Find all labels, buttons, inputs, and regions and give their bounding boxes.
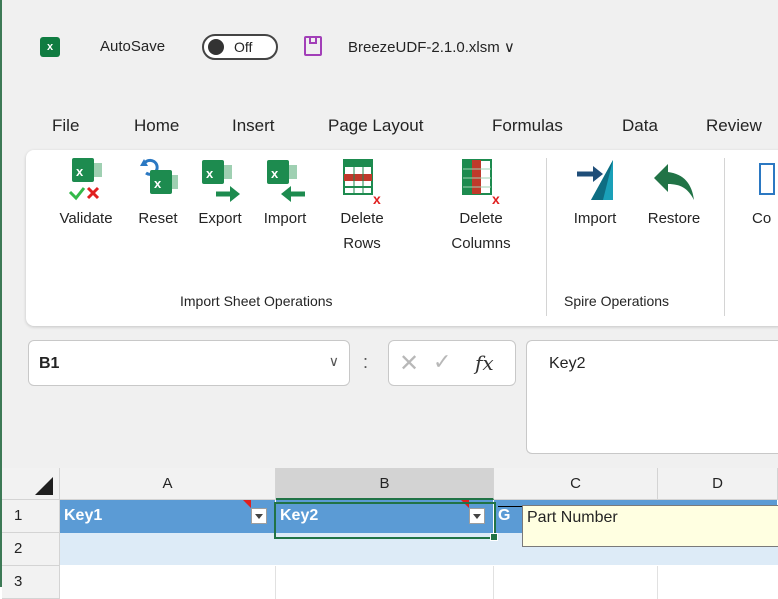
formula-bar-dots-icon[interactable]: : — [363, 352, 368, 373]
autosave-label: AutoSave — [100, 38, 166, 55]
group-separator — [724, 158, 725, 316]
column-header-c[interactable]: C — [494, 468, 658, 500]
import-sheet-icon: x — [263, 156, 307, 206]
enter-icon[interactable]: ✓ — [433, 349, 451, 375]
insert-function-icon[interactable]: fx — [475, 351, 494, 375]
chevron-down-icon[interactable]: ∨ — [329, 353, 339, 370]
comment-indicator-icon — [243, 500, 251, 508]
formula-content: Key2 — [549, 355, 586, 372]
delete-columns-icon: x — [459, 156, 503, 207]
delete-columns-label2: Columns — [451, 235, 511, 252]
reset-button[interactable]: x Reset — [130, 156, 186, 231]
tab-review[interactable]: Review — [706, 116, 762, 136]
svg-text:x: x — [271, 166, 279, 181]
group-label-spire: Spire Operations — [564, 293, 670, 309]
row-header-3[interactable]: 3 — [2, 566, 60, 599]
import-sheet-button[interactable]: x Import — [252, 156, 318, 231]
validate-label: Validate — [59, 210, 113, 227]
cell-b3[interactable] — [276, 566, 494, 599]
column-header-b[interactable]: B — [276, 468, 494, 500]
validate-icon: x — [64, 156, 108, 206]
export-button[interactable]: x Export — [188, 156, 252, 231]
title-bar: x AutoSave Off BreezeUDF-2.1.0.xlsm ∨ — [2, 0, 778, 100]
column-header-a[interactable]: A — [60, 468, 276, 500]
ribbon-tabs: File Home Insert Page Layout Formulas Da… — [2, 108, 778, 144]
svg-text:x: x — [206, 166, 214, 181]
ribbon: x Validate x Reset x Export x Import x D… — [26, 150, 778, 326]
file-name[interactable]: BreezeUDF-2.1.0.xlsm ∨ — [348, 38, 515, 56]
validate-button[interactable]: x Validate — [48, 156, 124, 231]
delete-rows-label2: Rows — [343, 235, 381, 252]
autosave-toggle[interactable]: Off — [202, 34, 278, 60]
formula-input[interactable]: Key2 — [526, 340, 778, 454]
spire-import-label: Import — [573, 210, 617, 227]
cell-a1[interactable]: Key1 — [60, 500, 276, 533]
delete-rows-button[interactable]: x Delete Rows — [324, 156, 400, 256]
row-header-1[interactable]: 1 — [2, 500, 60, 533]
save-icon[interactable] — [304, 36, 322, 56]
restore-label: Restore — [647, 210, 701, 227]
name-box[interactable]: B1 ∨ — [28, 340, 350, 386]
import-sheet-label: Import — [263, 210, 307, 227]
chevron-down-icon: ∨ — [503, 39, 515, 56]
file-name-text: BreezeUDF-2.1.0.xlsm — [348, 39, 500, 56]
restore-icon — [652, 156, 696, 206]
delete-rows-label1: Delete — [340, 210, 384, 227]
reset-icon: x — [136, 156, 180, 206]
delete-columns-label1: Delete — [459, 210, 503, 227]
delete-columns-button[interactable]: x Delete Columns — [436, 156, 526, 256]
export-icon: x — [198, 156, 242, 206]
cell-comment-tooltip: Part Number — [522, 505, 778, 547]
toggle-knob — [208, 39, 224, 55]
row-header-2[interactable]: 2 — [2, 533, 60, 566]
group-label-import-sheet: Import Sheet Operations — [180, 293, 333, 309]
filter-dropdown-icon[interactable] — [251, 508, 267, 524]
svg-text:x: x — [76, 164, 84, 179]
spire-import-icon — [573, 156, 617, 206]
tab-data[interactable]: Data — [622, 116, 658, 136]
tab-formulas[interactable]: Formulas — [492, 116, 563, 136]
comment-pointer — [498, 506, 522, 507]
group-separator — [546, 158, 547, 316]
cell-c1-text: G — [498, 507, 511, 524]
column-header-d[interactable]: D — [658, 468, 778, 500]
excel-logo-icon: x — [40, 37, 60, 57]
svg-text:x: x — [373, 191, 381, 206]
tab-file[interactable]: File — [52, 116, 79, 136]
tab-insert[interactable]: Insert — [232, 116, 275, 136]
tab-page-layout[interactable]: Page Layout — [328, 116, 423, 136]
partial-button[interactable]: Co — [734, 156, 778, 231]
partial-label: Co — [752, 210, 772, 227]
partial-icon — [734, 156, 778, 206]
restore-button[interactable]: Restore — [634, 156, 714, 231]
cell-a1-text: Key1 — [64, 507, 103, 524]
name-box-value: B1 — [39, 355, 60, 372]
selected-cell-highlight — [274, 502, 498, 541]
formula-buttons: ✕ ✓ fx — [388, 340, 516, 386]
reset-label: Reset — [138, 210, 178, 227]
tab-home[interactable]: Home — [134, 116, 179, 136]
spire-import-button[interactable]: Import — [562, 156, 628, 231]
svg-text:x: x — [492, 191, 500, 206]
worksheet-grid: A B C D 1 2 3 Key1 Key2 G Part Number — [2, 468, 778, 599]
autosave-state: Off — [234, 39, 253, 55]
cell-a3[interactable] — [60, 566, 276, 599]
cell-c3[interactable] — [494, 566, 658, 599]
svg-text:x: x — [154, 176, 162, 191]
select-all-button[interactable] — [2, 468, 60, 500]
export-label: Export — [198, 210, 242, 227]
delete-rows-icon: x — [340, 156, 384, 207]
cancel-icon[interactable]: ✕ — [399, 349, 419, 378]
